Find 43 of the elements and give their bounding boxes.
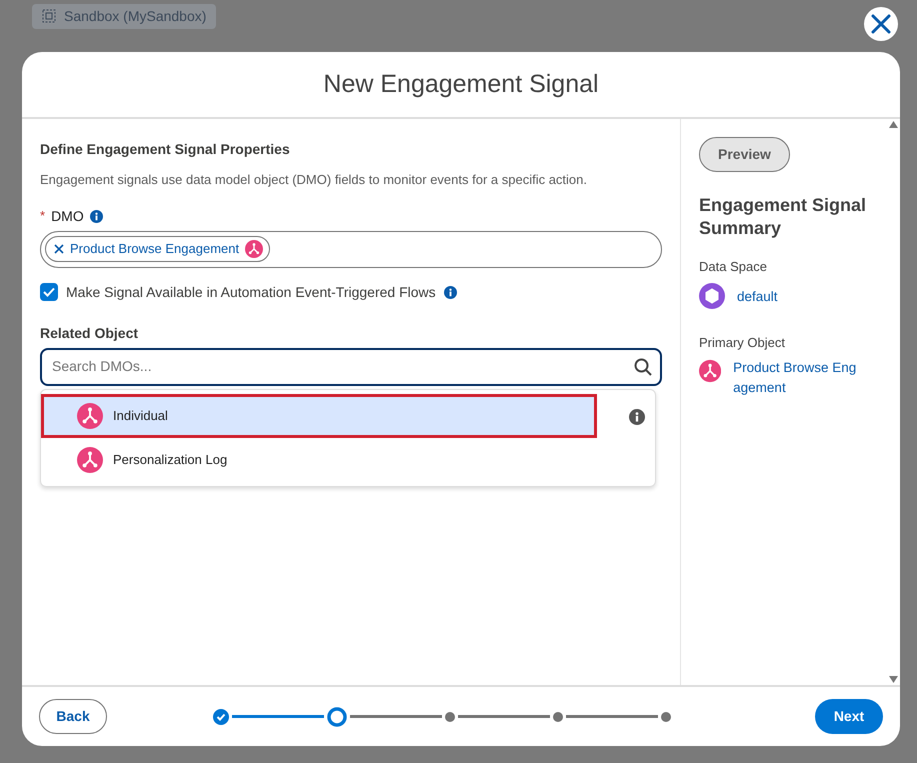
scroll-down-icon[interactable] [888,676,898,683]
search-field[interactable]: Search DMOs... [50,355,634,378]
required-mark: * [40,207,46,226]
close-icon [870,13,892,35]
search-icon[interactable] [634,358,652,376]
info-icon[interactable] [629,409,645,426]
option-label: Personalization Log [113,450,228,469]
step-complete-icon[interactable] [213,708,229,724]
step-current-icon[interactable] [327,706,347,726]
object-icon [77,446,103,472]
search-box[interactable]: Search DMOs... [40,348,662,386]
description-text: Engagement signals use data model object (DMO) fields to monitor events for a specific action. [40,171,588,189]
info-icon[interactable] [444,286,457,298]
field-label: Related Object [40,324,140,343]
scroll-up-icon[interactable] [888,121,898,128]
preview-button[interactable]: Preview [699,137,790,172]
checkbox[interactable] [40,283,58,301]
close-button[interactable] [864,7,898,41]
summary-link[interactable]: Product Browse Eng agement [733,358,886,398]
dmo-pill[interactable]: Product Browse Engagement [45,236,270,262]
sandbox-icon [42,9,56,23]
object-icon [699,358,722,384]
summary-label: Primary Object [699,334,786,352]
field-label: DMO [51,206,84,226]
next-button[interactable]: Next [815,699,883,734]
section-title: Define Engagement Signal Properties [40,140,291,159]
summary-link[interactable]: default [737,282,778,306]
object-icon [77,402,103,428]
back-button[interactable]: Back [39,699,107,734]
step-icon[interactable] [553,712,563,722]
object-icon [245,240,264,258]
option-label: Individual [113,406,168,425]
checkbox-label: Make Signal Available in Automation Event-Triggered Flows [66,282,436,302]
step-icon[interactable] [445,712,455,722]
summary-label: Data Space [699,258,768,276]
dropdown-option[interactable]: Personalization Log [41,438,655,482]
info-icon[interactable] [90,210,103,222]
summary-title: Engagement Signal Summary [699,194,868,239]
modal-title: New Engagement Signal [323,68,599,100]
remove-icon[interactable] [54,244,64,254]
dmo-field[interactable]: Product Browse Engagement [40,230,662,268]
step-icon[interactable] [661,712,671,722]
org-label: Sandbox (MySandbox) [64,6,206,26]
